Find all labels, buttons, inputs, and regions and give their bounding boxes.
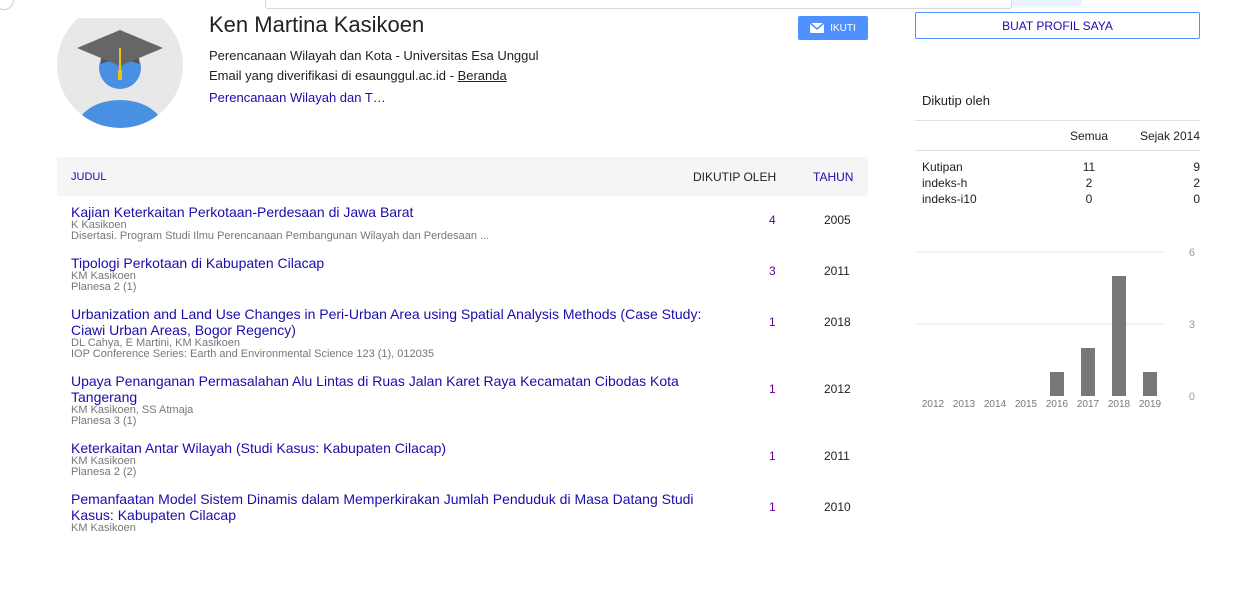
metric-row: indeks-h 2 2 xyxy=(915,175,1200,191)
article-year: 2010 xyxy=(824,500,851,514)
article-title-link[interactable]: Pemanfaatan Model Sistem Dinamis dalam M… xyxy=(71,491,711,523)
chart-bar[interactable] xyxy=(1143,372,1157,396)
profile-email: Email yang diverifikasi di esaunggul.ac.… xyxy=(209,68,507,83)
article-row: Urbanization and Land Use Changes in Per… xyxy=(57,306,868,360)
envelope-icon xyxy=(810,23,825,33)
cited-by-title: Dikutip oleh xyxy=(922,93,990,108)
article-title-link[interactable]: Urbanization and Land Use Changes in Per… xyxy=(71,306,711,338)
metric-all-value: 2 xyxy=(1085,176,1093,190)
search-bar-edge[interactable] xyxy=(265,0,1012,9)
x-tick-label: 2017 xyxy=(1077,399,1100,410)
metric-since-value: 0 xyxy=(1193,192,1200,206)
all-column-header: Semua xyxy=(1069,129,1109,143)
stats-header-row: Semua Sejak 2014 xyxy=(915,120,1200,151)
article-cited-count[interactable]: 4 xyxy=(769,213,776,227)
x-tick-label: 2019 xyxy=(1139,399,1162,410)
x-tick-label: 2018 xyxy=(1108,399,1131,410)
article-authors: KM Kasikoen xyxy=(71,455,136,467)
articles-list: Kajian Keterkaitan Perkotaan-Perdesaan d… xyxy=(57,204,868,547)
article-cited-count[interactable]: 1 xyxy=(769,315,776,329)
y-tick-label: 6 xyxy=(1189,247,1195,259)
profile-name: Ken Martina Kasikoen xyxy=(209,12,425,37)
metric-all-value: 11 xyxy=(1082,160,1096,174)
article-year: 2011 xyxy=(824,264,850,278)
since-column-header: Sejak 2014 xyxy=(1139,129,1200,143)
article-cited-count[interactable]: 1 xyxy=(769,449,776,463)
article-year: 2005 xyxy=(824,213,851,227)
chart-bar[interactable] xyxy=(1050,372,1064,396)
follow-button[interactable]: IKUTI xyxy=(798,16,868,40)
article-cited-count[interactable]: 3 xyxy=(769,264,776,278)
article-year: 2011 xyxy=(824,449,850,463)
graduate-avatar-icon xyxy=(57,18,183,128)
metric-label[interactable]: indeks-h xyxy=(922,176,967,190)
article-row: Kajian Keterkaitan Perkotaan-Perdesaan d… xyxy=(57,204,868,242)
chart-bar[interactable] xyxy=(1112,276,1126,396)
article-title-link[interactable]: Keterkaitan Antar Wilayah (Studi Kasus: … xyxy=(71,440,711,456)
article-cited-count[interactable]: 1 xyxy=(769,500,776,514)
x-tick-label: 2012 xyxy=(922,399,945,410)
sign-in-edge xyxy=(1012,0,1082,6)
x-tick-label: 2014 xyxy=(984,399,1007,410)
cited-by-column-header[interactable]: DIKUTIP OLEH xyxy=(693,170,776,184)
metric-all-value: 0 xyxy=(1085,192,1093,206)
citation-stats-table: Semua Sejak 2014 Kutipan 11 9 indeks-h 2 … xyxy=(915,120,1200,207)
x-tick-label: 2015 xyxy=(1015,399,1038,410)
homepage-link[interactable]: Beranda xyxy=(458,68,507,83)
metric-since-value: 9 xyxy=(1193,160,1200,174)
article-row: Pemanfaatan Model Sistem Dinamis dalam M… xyxy=(57,491,868,534)
interest-link[interactable]: Perencanaan Wilayah dan T… xyxy=(209,90,386,105)
article-venue: Planesa 2 (2) xyxy=(71,466,137,478)
article-venue: IOP Conference Series: Earth and Environ… xyxy=(71,348,435,360)
article-title-link[interactable]: Kajian Keterkaitan Perkotaan-Perdesaan d… xyxy=(71,204,711,220)
chart-bar[interactable] xyxy=(1081,348,1095,396)
metric-since-value: 2 xyxy=(1193,176,1200,190)
x-tick-label: 2016 xyxy=(1046,399,1069,410)
article-title-link[interactable]: Tipologi Perkotaan di Kabupaten Cilacap xyxy=(71,255,711,271)
metric-label[interactable]: Kutipan xyxy=(922,160,963,174)
follow-label: IKUTI xyxy=(830,22,856,34)
metric-label[interactable]: indeks-i10 xyxy=(922,192,977,206)
article-title-link[interactable]: Upaya Penanganan Permasalahan Alu Lintas… xyxy=(71,373,711,405)
article-authors: KM Kasikoen xyxy=(71,522,136,534)
email-text: Email yang diverifikasi di esaunggul.ac.… xyxy=(209,68,458,83)
article-authors: KM Kasikoen, SS Atmaja xyxy=(71,404,194,416)
article-cited-count[interactable]: 1 xyxy=(769,382,776,396)
back-button-edge[interactable] xyxy=(0,0,14,10)
article-venue: Disertasi. Program Studi Ilmu Perencanaa… xyxy=(71,230,490,242)
article-row: Keterkaitan Antar Wilayah (Studi Kasus: … xyxy=(57,440,868,478)
x-tick-label: 2013 xyxy=(953,399,976,410)
citations-per-year-chart: 0 3 6 2012 2013 2014 2015 2016 2017 2018 2019 xyxy=(915,247,1195,410)
article-year: 2018 xyxy=(824,315,851,329)
article-venue: Planesa 2 (1) xyxy=(71,281,137,293)
article-year: 2012 xyxy=(824,382,851,396)
make-profile-button[interactable]: BUAT PROFIL SAYA xyxy=(915,12,1200,39)
articles-table-header: JUDUL DIKUTIP OLEH TAHUN xyxy=(57,157,868,196)
article-venue: Planesa 3 (1) xyxy=(71,415,137,427)
y-tick-label: 3 xyxy=(1189,319,1195,331)
article-authors: KM Kasikoen xyxy=(71,270,136,282)
metric-row: indeks-i10 0 0 xyxy=(915,191,1200,207)
article-row: Upaya Penanganan Permasalahan Alu Lintas… xyxy=(57,373,868,427)
title-column-header[interactable]: JUDUL xyxy=(71,171,106,183)
browser-top-edge xyxy=(0,0,1246,10)
year-column-header[interactable]: TAHUN xyxy=(813,170,853,184)
metric-row: Kutipan 11 9 xyxy=(915,159,1200,175)
profile-affiliation: Perencanaan Wilayah dan Kota - Universit… xyxy=(209,48,539,63)
y-tick-label: 0 xyxy=(1189,391,1195,403)
article-row: Tipologi Perkotaan di Kabupaten Cilacap K… xyxy=(57,255,868,293)
